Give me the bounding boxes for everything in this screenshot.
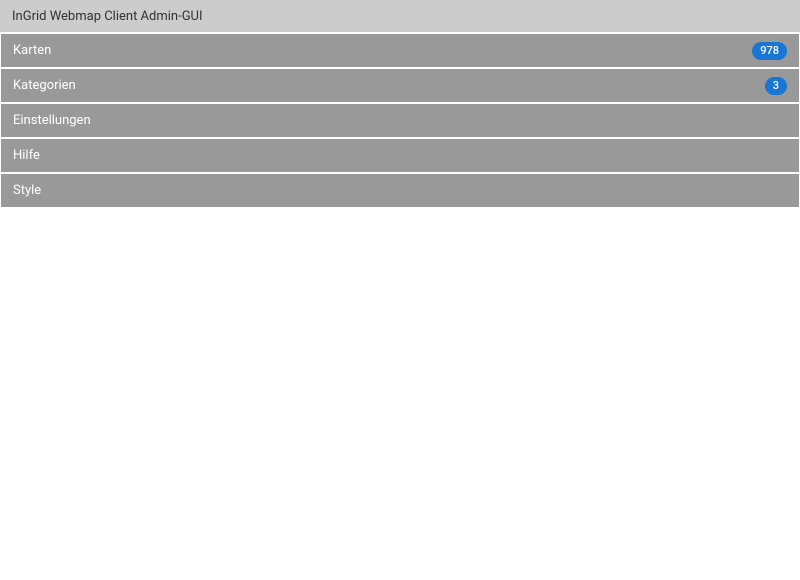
count-badge: 3: [765, 77, 787, 95]
menu-item-label: Kategorien: [13, 78, 76, 93]
menu-item-label: Karten: [13, 43, 51, 58]
main-menu: Karten 978 Kategorien 3 Einstellungen Hi…: [0, 32, 800, 207]
app-header: InGrid Webmap Client Admin-GUI: [0, 0, 800, 32]
menu-item-hilfe[interactable]: Hilfe: [1, 139, 799, 172]
menu-item-karten[interactable]: Karten 978: [1, 34, 799, 67]
app-title: InGrid Webmap Client Admin-GUI: [12, 9, 203, 24]
menu-item-style[interactable]: Style: [1, 174, 799, 207]
menu-item-label: Hilfe: [13, 148, 40, 163]
menu-item-einstellungen[interactable]: Einstellungen: [1, 104, 799, 137]
menu-item-kategorien[interactable]: Kategorien 3: [1, 69, 799, 102]
menu-item-label: Style: [13, 183, 41, 198]
menu-item-label: Einstellungen: [13, 113, 91, 128]
count-badge: 978: [752, 42, 787, 60]
